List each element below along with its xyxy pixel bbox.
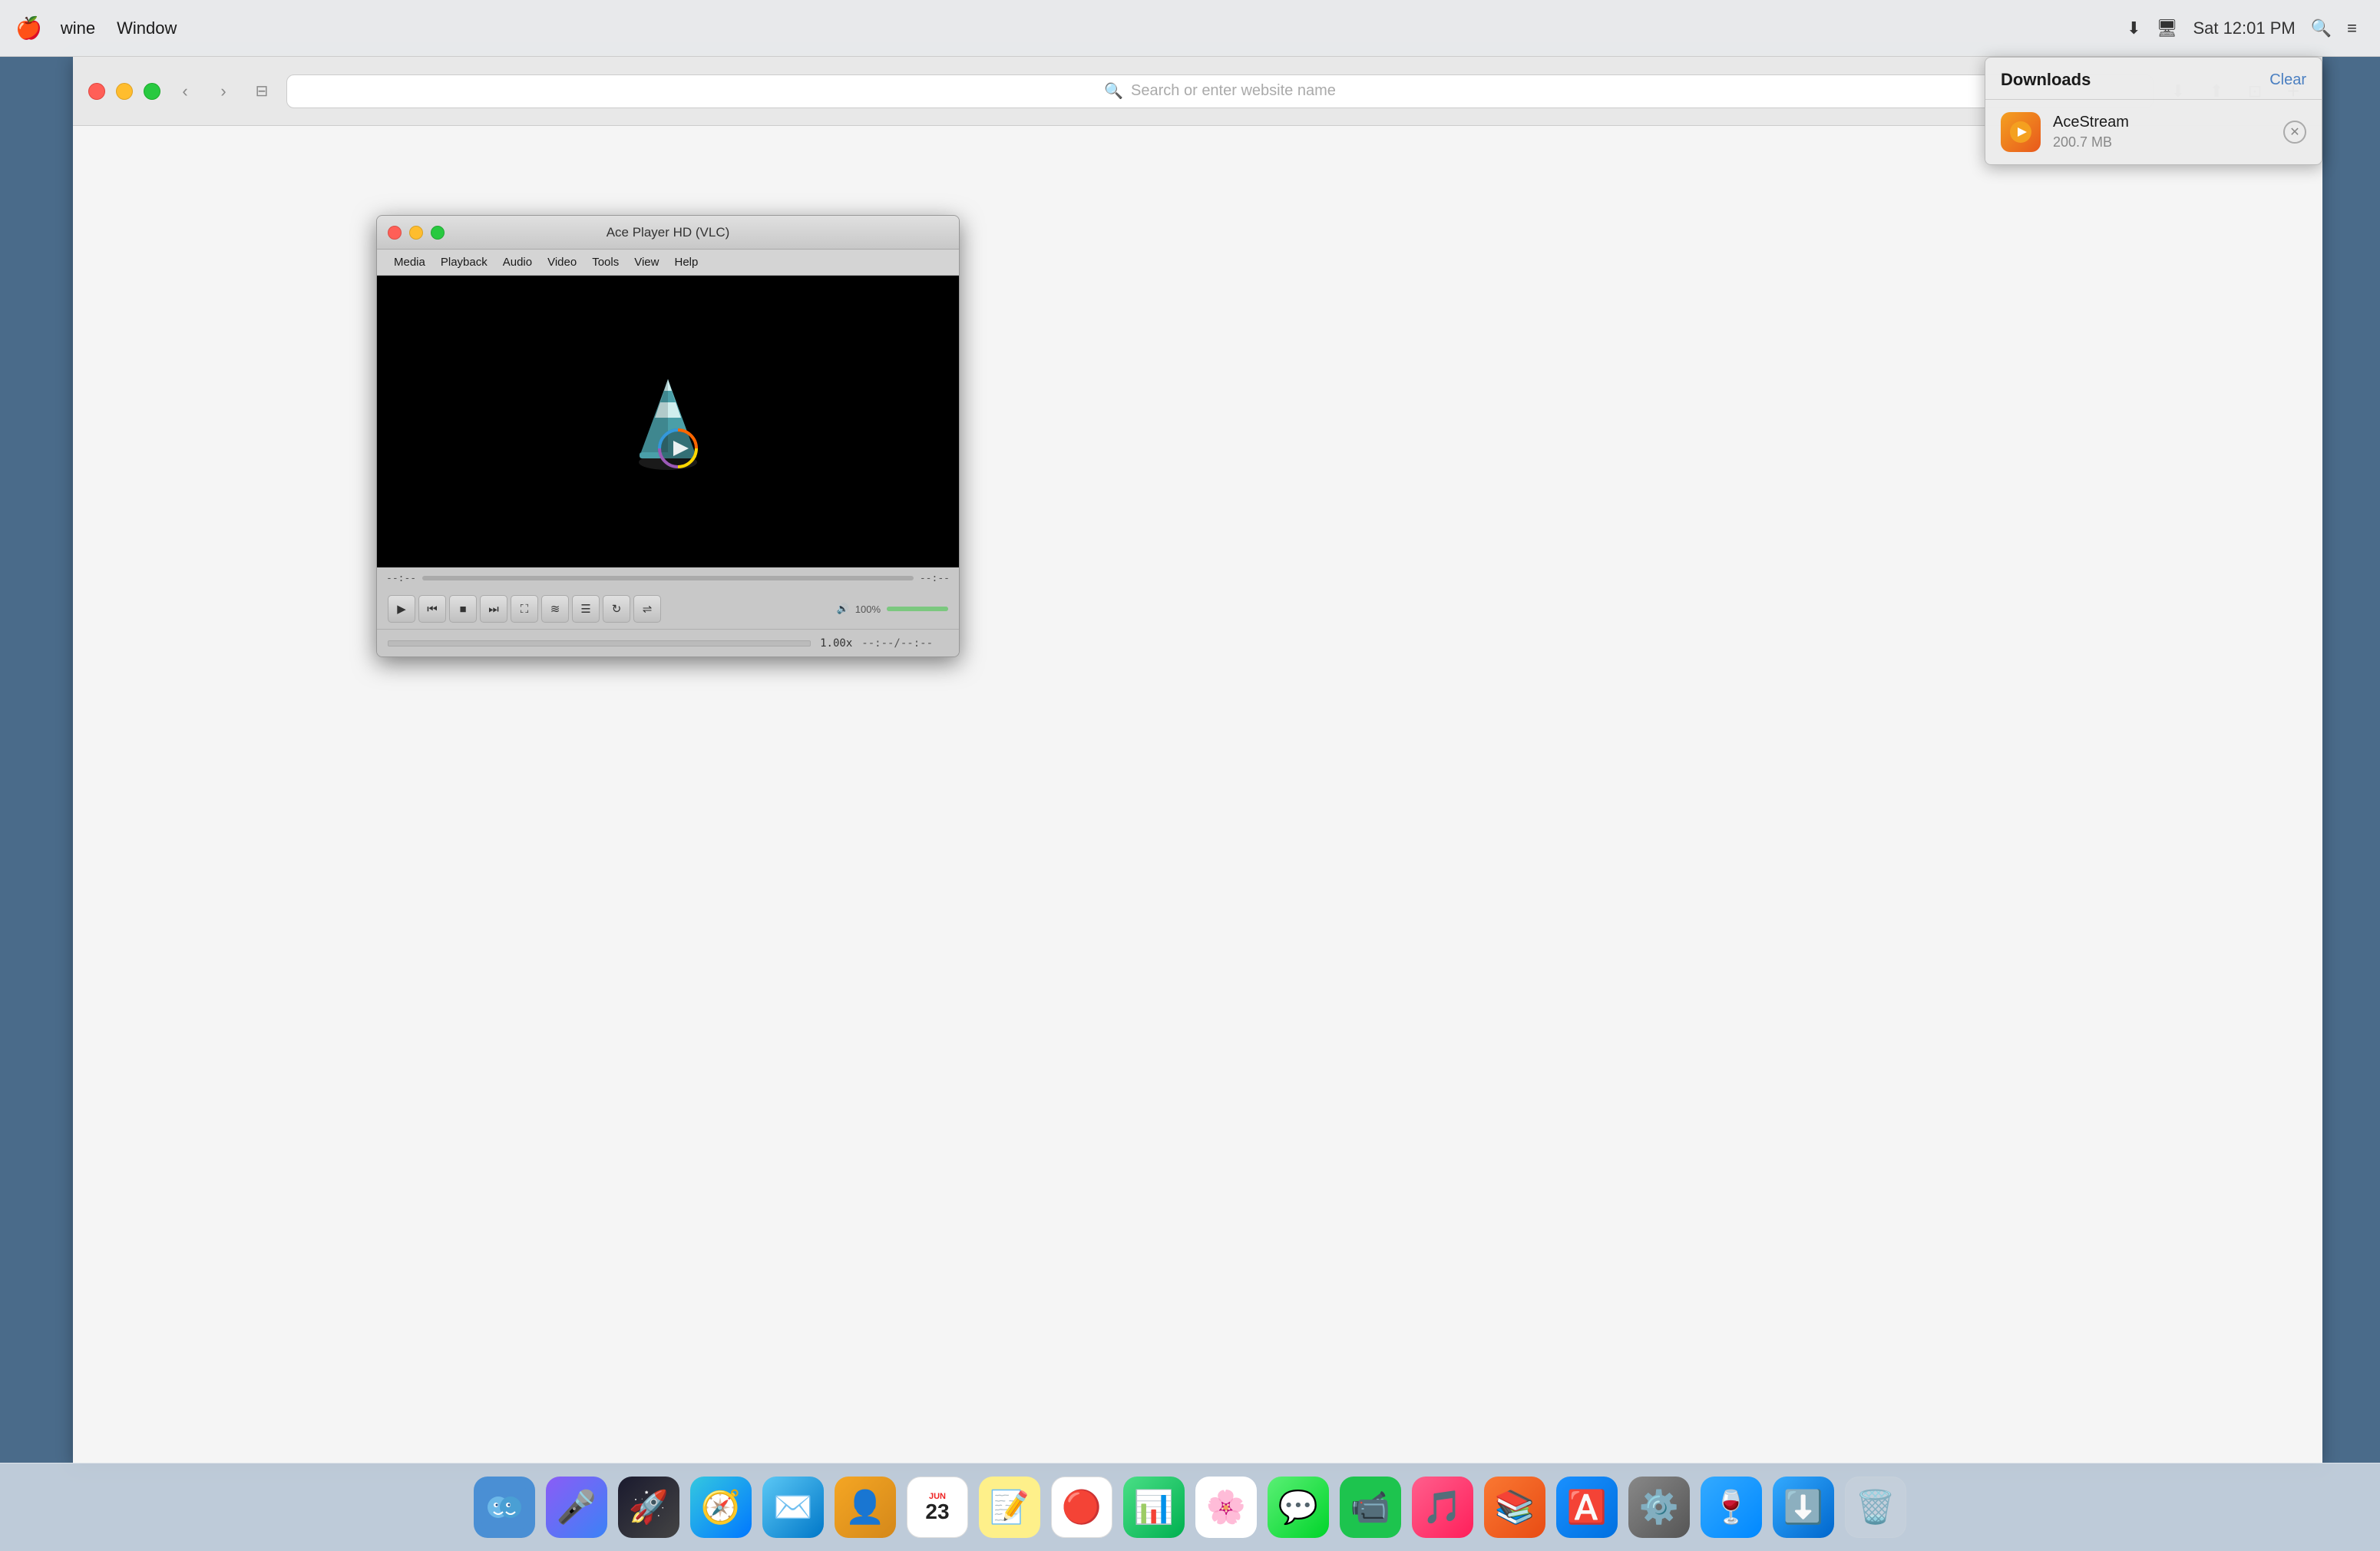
- app-name[interactable]: wine: [61, 18, 95, 38]
- clock: Sat 12:01 PM: [2193, 18, 2295, 38]
- vlc-next-btn[interactable]: ⏭: [480, 595, 507, 623]
- dock-photos[interactable]: 🌸: [1195, 1477, 1257, 1538]
- close-button[interactable]: [88, 83, 105, 100]
- vlc-menu-help[interactable]: Help: [666, 256, 706, 269]
- vlc-menu-view[interactable]: View: [626, 256, 666, 269]
- vlc-volume-area: 🔊 100%: [837, 603, 948, 615]
- vlc-seek-right: --:--: [920, 573, 950, 584]
- vlc-stop-btn[interactable]: ■: [449, 595, 477, 623]
- lists-icon[interactable]: ≡: [2347, 18, 2357, 38]
- sidebar-button[interactable]: ⊟: [248, 78, 276, 105]
- dock-safari[interactable]: 🧭: [690, 1477, 752, 1538]
- search-icon: 🔍: [1104, 81, 1123, 101]
- screen-icon[interactable]: 🖥: [2157, 18, 2178, 38]
- dock-sysprefs[interactable]: ⚙️: [1628, 1477, 1690, 1538]
- vlc-video-area[interactable]: [377, 276, 959, 567]
- vlc-minimize-btn[interactable]: [409, 226, 423, 240]
- apple-menu[interactable]: 🍎: [15, 15, 42, 41]
- download-item: AceStream 200.7 MB ✕: [1985, 100, 2322, 164]
- vlc-play-btn[interactable]: ▶: [388, 595, 415, 623]
- dock: 🎤 🚀 🧭 ✉️ 👤 JUN 23 📝 🔴 📊 🌸 💬 📹 🎵 📚 🅰️ ⚙️ …: [0, 1463, 2380, 1551]
- vlc-seekbar-row: --:-- --:--: [377, 567, 959, 589]
- dock-trash[interactable]: 🗑️: [1845, 1477, 1906, 1538]
- address-placeholder: Search or enter website name: [1131, 82, 1336, 100]
- back-button[interactable]: ‹: [171, 78, 199, 105]
- vlc-titlebar: Ace Player HD (VLC): [377, 216, 959, 250]
- download-action-btn[interactable]: ✕: [2283, 121, 2306, 144]
- dock-wine[interactable]: 🍷: [1701, 1477, 1762, 1538]
- download-name: AceStream: [2053, 114, 2271, 131]
- vlc-seek-left: --:--: [386, 573, 416, 584]
- vlc-menu-media[interactable]: Media: [386, 256, 433, 269]
- clear-button[interactable]: Clear: [2269, 71, 2306, 89]
- search-icon[interactable]: 🔍: [2311, 18, 2332, 38]
- dock-downloads[interactable]: ⬇️: [1773, 1477, 1834, 1538]
- vlc-volume-slider[interactable]: [887, 607, 948, 611]
- forward-button[interactable]: ›: [210, 78, 237, 105]
- menu-bar: 🍎 wine Window ⬇ 🖥 Sat 12:01 PM 🔍 ≡: [0, 0, 2380, 57]
- vlc-prev-btn[interactable]: ⏮: [418, 595, 446, 623]
- download-icon[interactable]: ⬇: [2127, 18, 2140, 38]
- vlc-traffic-lights: [388, 226, 445, 240]
- vlc-maximize-btn[interactable]: [431, 226, 445, 240]
- dock-mail[interactable]: ✉️: [762, 1477, 824, 1538]
- window-menu[interactable]: Window: [117, 18, 177, 38]
- vlc-menu-audio[interactable]: Audio: [495, 256, 540, 269]
- vlc-shuffle-btn[interactable]: ⇌: [633, 595, 661, 623]
- dock-messages[interactable]: 💬: [1268, 1477, 1329, 1538]
- download-size: 200.7 MB: [2053, 134, 2271, 150]
- dock-books[interactable]: 📚: [1484, 1477, 1545, 1538]
- dock-slideshow[interactable]: 📊: [1123, 1477, 1185, 1538]
- dock-calendar[interactable]: JUN 23: [907, 1477, 968, 1538]
- maximize-button[interactable]: [144, 83, 160, 100]
- acestream-icon: [2001, 112, 2041, 152]
- menubar-right: ⬇ 🖥 Sat 12:01 PM 🔍 ≡: [2127, 18, 2357, 38]
- vlc-volume-pct: 100%: [855, 604, 881, 615]
- dock-appstore[interactable]: 🅰️: [1556, 1477, 1618, 1538]
- vlc-controls: ▶ ⏮ ■ ⏭ ⛶ ≋ ☰ ↻ ⇌ 🔊 100%: [377, 589, 959, 629]
- vlc-fullscreen-btn[interactable]: ⛶: [511, 595, 538, 623]
- vlc-seekbar[interactable]: [422, 576, 914, 580]
- vlc-equalizer-btn[interactable]: ≋: [541, 595, 569, 623]
- vlc-menubar: Media Playback Audio Video Tools View He…: [377, 250, 959, 276]
- vlc-menu-playback[interactable]: Playback: [433, 256, 495, 269]
- vlc-speed: 1.00x: [820, 637, 852, 650]
- vlc-menu-video[interactable]: Video: [540, 256, 584, 269]
- vlc-playlist-btn[interactable]: ☰: [572, 595, 600, 623]
- dock-reminders[interactable]: 🔴: [1051, 1477, 1112, 1538]
- vlc-title: Ace Player HD (VLC): [607, 225, 730, 240]
- vlc-menu-tools[interactable]: Tools: [584, 256, 626, 269]
- vlc-volume-icon: 🔊: [837, 603, 849, 615]
- vlc-time: --:--/--:--: [861, 637, 933, 650]
- dock-finder[interactable]: [474, 1477, 535, 1538]
- downloads-header: Downloads Clear: [1985, 58, 2322, 100]
- vlc-window: Ace Player HD (VLC) Media Playback Audio…: [376, 215, 960, 657]
- vlc-volume-fill: [887, 607, 948, 611]
- downloads-title: Downloads: [2001, 70, 2091, 90]
- minimize-button[interactable]: [116, 83, 133, 100]
- download-info: AceStream 200.7 MB: [2053, 114, 2271, 150]
- vlc-repeat-btn[interactable]: ↻: [603, 595, 630, 623]
- dock-music[interactable]: 🎵: [1412, 1477, 1473, 1538]
- dock-facetime[interactable]: 📹: [1340, 1477, 1401, 1538]
- dock-siri[interactable]: 🎤: [546, 1477, 607, 1538]
- vlc-close-btn[interactable]: [388, 226, 402, 240]
- address-bar[interactable]: 🔍 Search or enter website name: [286, 74, 2154, 108]
- dock-launchpad[interactable]: 🚀: [618, 1477, 679, 1538]
- vlc-status-track[interactable]: [388, 640, 811, 647]
- vlc-statusbar: 1.00x --:--/--:--: [377, 629, 959, 656]
- dock-notes[interactable]: 📝: [979, 1477, 1040, 1538]
- downloads-panel: Downloads Clear AceStream 200.7 MB ✕: [1985, 57, 2322, 165]
- dock-contacts[interactable]: 👤: [835, 1477, 896, 1538]
